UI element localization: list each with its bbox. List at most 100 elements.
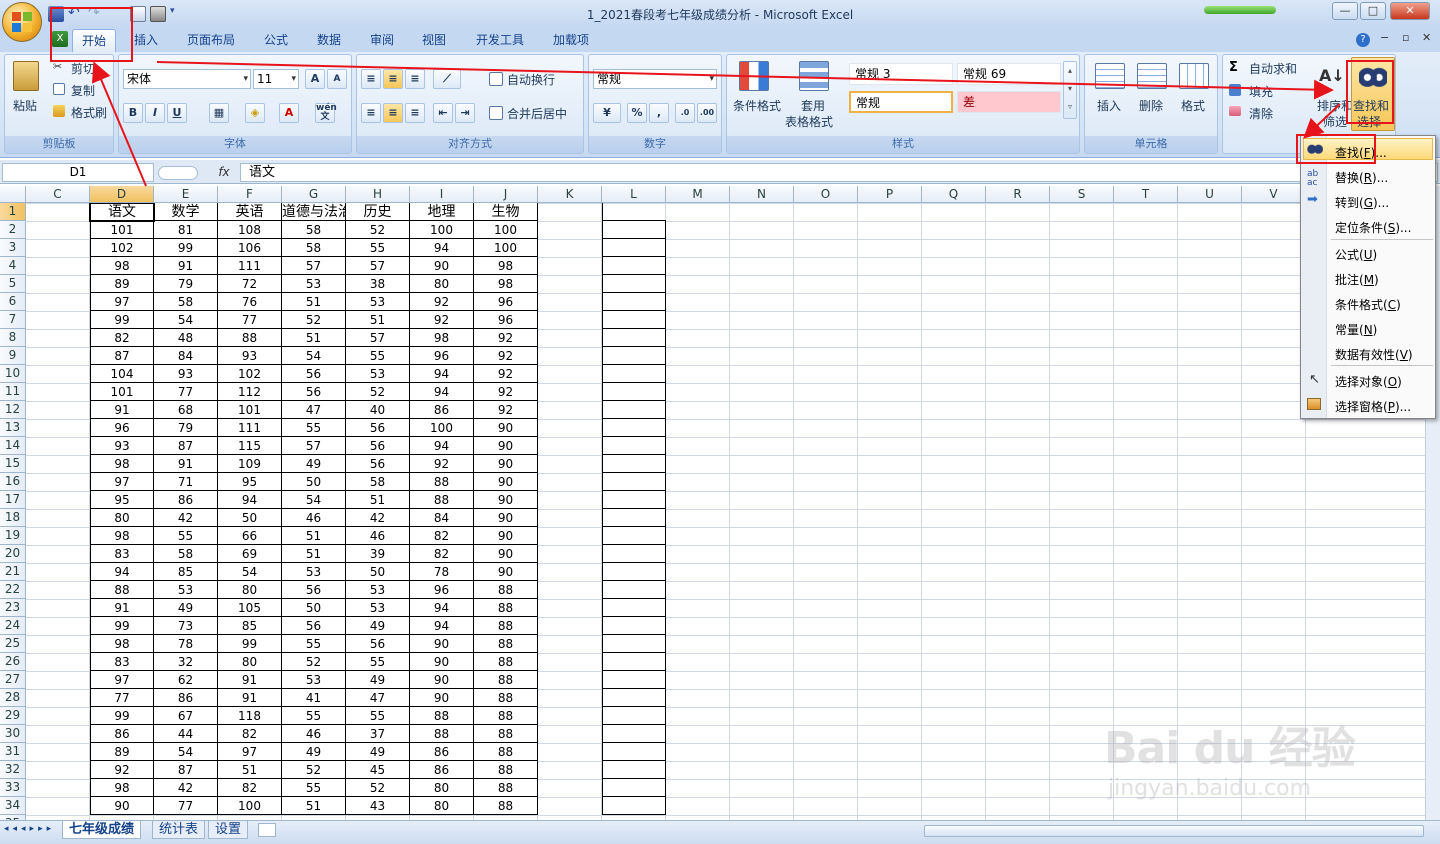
data-cell[interactable]: 102 — [218, 365, 282, 383]
data-cell[interactable]: 90 — [474, 563, 538, 581]
close-button[interactable]: ✕ — [1390, 2, 1430, 20]
data-cell[interactable]: 88 — [410, 707, 474, 725]
data-cell[interactable]: 101 — [218, 401, 282, 419]
data-cell[interactable]: 42 — [346, 509, 410, 527]
row-header[interactable]: 10 — [0, 365, 26, 383]
data-cell[interactable]: 90 — [474, 491, 538, 509]
font-size-combo[interactable]: 11 ▾ — [253, 69, 299, 89]
percent-button[interactable]: % — [627, 103, 647, 123]
data-cell[interactable]: 77 — [218, 311, 282, 329]
empty-bordered-cell[interactable] — [602, 617, 666, 635]
data-cell[interactable]: 109 — [218, 455, 282, 473]
data-cell[interactable]: 55 — [346, 653, 410, 671]
data-cell[interactable]: 105 — [218, 599, 282, 617]
column-header-k[interactable]: K — [538, 186, 602, 203]
ribbon-restore-icon[interactable]: ▫ — [1402, 31, 1409, 44]
format-painter-button[interactable]: 格式刷 — [71, 104, 107, 121]
data-cell[interactable]: 91 — [154, 257, 218, 275]
data-cell[interactable]: 80 — [218, 653, 282, 671]
paste-button[interactable]: 粘贴 — [13, 97, 37, 114]
tab-developer[interactable]: 开发工具 — [468, 29, 532, 52]
data-cell[interactable]: 56 — [282, 581, 346, 599]
data-cell[interactable]: 82 — [90, 329, 154, 347]
data-cell[interactable]: 55 — [154, 527, 218, 545]
data-cell[interactable]: 88 — [474, 797, 538, 815]
data-cell[interactable]: 98 — [474, 275, 538, 293]
empty-bordered-cell[interactable] — [602, 383, 666, 401]
data-cell[interactable]: 55 — [282, 707, 346, 725]
row-header[interactable]: 24 — [0, 617, 26, 635]
column-header-e[interactable]: E — [154, 186, 218, 203]
sheet-tab-settings[interactable]: 设置 — [208, 821, 249, 839]
data-cell[interactable]: 100 — [474, 221, 538, 239]
data-cell[interactable]: 55 — [282, 419, 346, 437]
column-header-u[interactable]: U — [1178, 186, 1242, 203]
menu-item-n[interactable]: 常量(N) — [1335, 321, 1377, 338]
data-cell[interactable]: 56 — [346, 635, 410, 653]
data-cell[interactable]: 89 — [90, 743, 154, 761]
shrink-font-button[interactable]: A — [327, 69, 347, 89]
empty-bordered-cell[interactable] — [602, 689, 666, 707]
data-cell[interactable]: 94 — [90, 563, 154, 581]
data-cell[interactable]: 99 — [90, 311, 154, 329]
insert-cells-button[interactable]: 插入 — [1097, 97, 1121, 114]
style-normal[interactable]: 常规 — [849, 91, 953, 113]
empty-bordered-cell[interactable] — [602, 545, 666, 563]
data-cell[interactable]: 53 — [346, 365, 410, 383]
column-header-c[interactable]: C — [26, 186, 90, 203]
row-header[interactable]: 29 — [0, 707, 26, 725]
empty-bordered-cell[interactable] — [602, 797, 666, 815]
data-cell[interactable]: 89 — [90, 275, 154, 293]
data-cell[interactable]: 55 — [346, 707, 410, 725]
data-cell[interactable]: 97 — [218, 743, 282, 761]
data-cell[interactable]: 94 — [410, 365, 474, 383]
data-cell[interactable]: 88 — [474, 671, 538, 689]
borders-icon[interactable]: ▦ — [209, 103, 229, 123]
column-header-r[interactable]: R — [986, 186, 1050, 203]
row-header[interactable]: 22 — [0, 581, 26, 599]
column-header-f[interactable]: F — [218, 186, 282, 203]
data-cell[interactable]: 90 — [474, 473, 538, 491]
data-cell[interactable]: 56 — [346, 437, 410, 455]
increase-decimal-icon[interactable]: .0 — [675, 103, 695, 123]
data-cell[interactable]: 32 — [154, 653, 218, 671]
row-header[interactable]: 26 — [0, 653, 26, 671]
data-cell[interactable]: 42 — [154, 779, 218, 797]
data-cell[interactable]: 80 — [218, 581, 282, 599]
data-cell[interactable]: 90 — [410, 689, 474, 707]
data-cell[interactable]: 58 — [346, 473, 410, 491]
align-right-icon[interactable]: ≡ — [405, 103, 425, 123]
horizontal-scrollbar[interactable] — [924, 825, 1424, 837]
data-cell[interactable]: 96 — [410, 581, 474, 599]
empty-bordered-cell[interactable] — [602, 329, 666, 347]
data-cell[interactable]: 77 — [154, 797, 218, 815]
data-cell[interactable]: 92 — [90, 761, 154, 779]
data-cell[interactable]: 88 — [474, 779, 538, 797]
data-cell[interactable]: 51 — [346, 311, 410, 329]
clear-button[interactable]: 清除 — [1249, 105, 1273, 122]
data-cell[interactable]: 73 — [154, 617, 218, 635]
data-cell[interactable]: 90 — [474, 455, 538, 473]
data-cell[interactable]: 51 — [282, 293, 346, 311]
empty-bordered-cell[interactable] — [602, 473, 666, 491]
empty-bordered-cell[interactable] — [602, 419, 666, 437]
align-left-icon[interactable]: ≡ — [361, 103, 381, 123]
empty-bordered-cell[interactable] — [602, 653, 666, 671]
data-cell[interactable]: 44 — [154, 725, 218, 743]
data-cell[interactable]: 102 — [90, 239, 154, 257]
format-cells-icon[interactable] — [1179, 63, 1209, 89]
data-cell[interactable]: 86 — [154, 491, 218, 509]
data-cell[interactable]: 90 — [474, 509, 538, 527]
data-cell[interactable]: 54 — [154, 311, 218, 329]
data-cell[interactable]: 80 — [410, 779, 474, 797]
format-painter-icon[interactable] — [53, 105, 65, 117]
menu-item-v[interactable]: 数据有效性(V) — [1335, 346, 1413, 363]
row-header[interactable]: 32 — [0, 761, 26, 779]
data-cell[interactable]: 53 — [282, 563, 346, 581]
data-cell[interactable]: 95 — [90, 491, 154, 509]
format-as-table-line1[interactable]: 套用 — [801, 97, 825, 114]
row-header[interactable]: 16 — [0, 473, 26, 491]
number-format-combo[interactable]: 常规 ▾ — [593, 69, 717, 89]
empty-bordered-cell[interactable] — [602, 725, 666, 743]
cut-icon[interactable]: ✂ — [53, 61, 65, 73]
